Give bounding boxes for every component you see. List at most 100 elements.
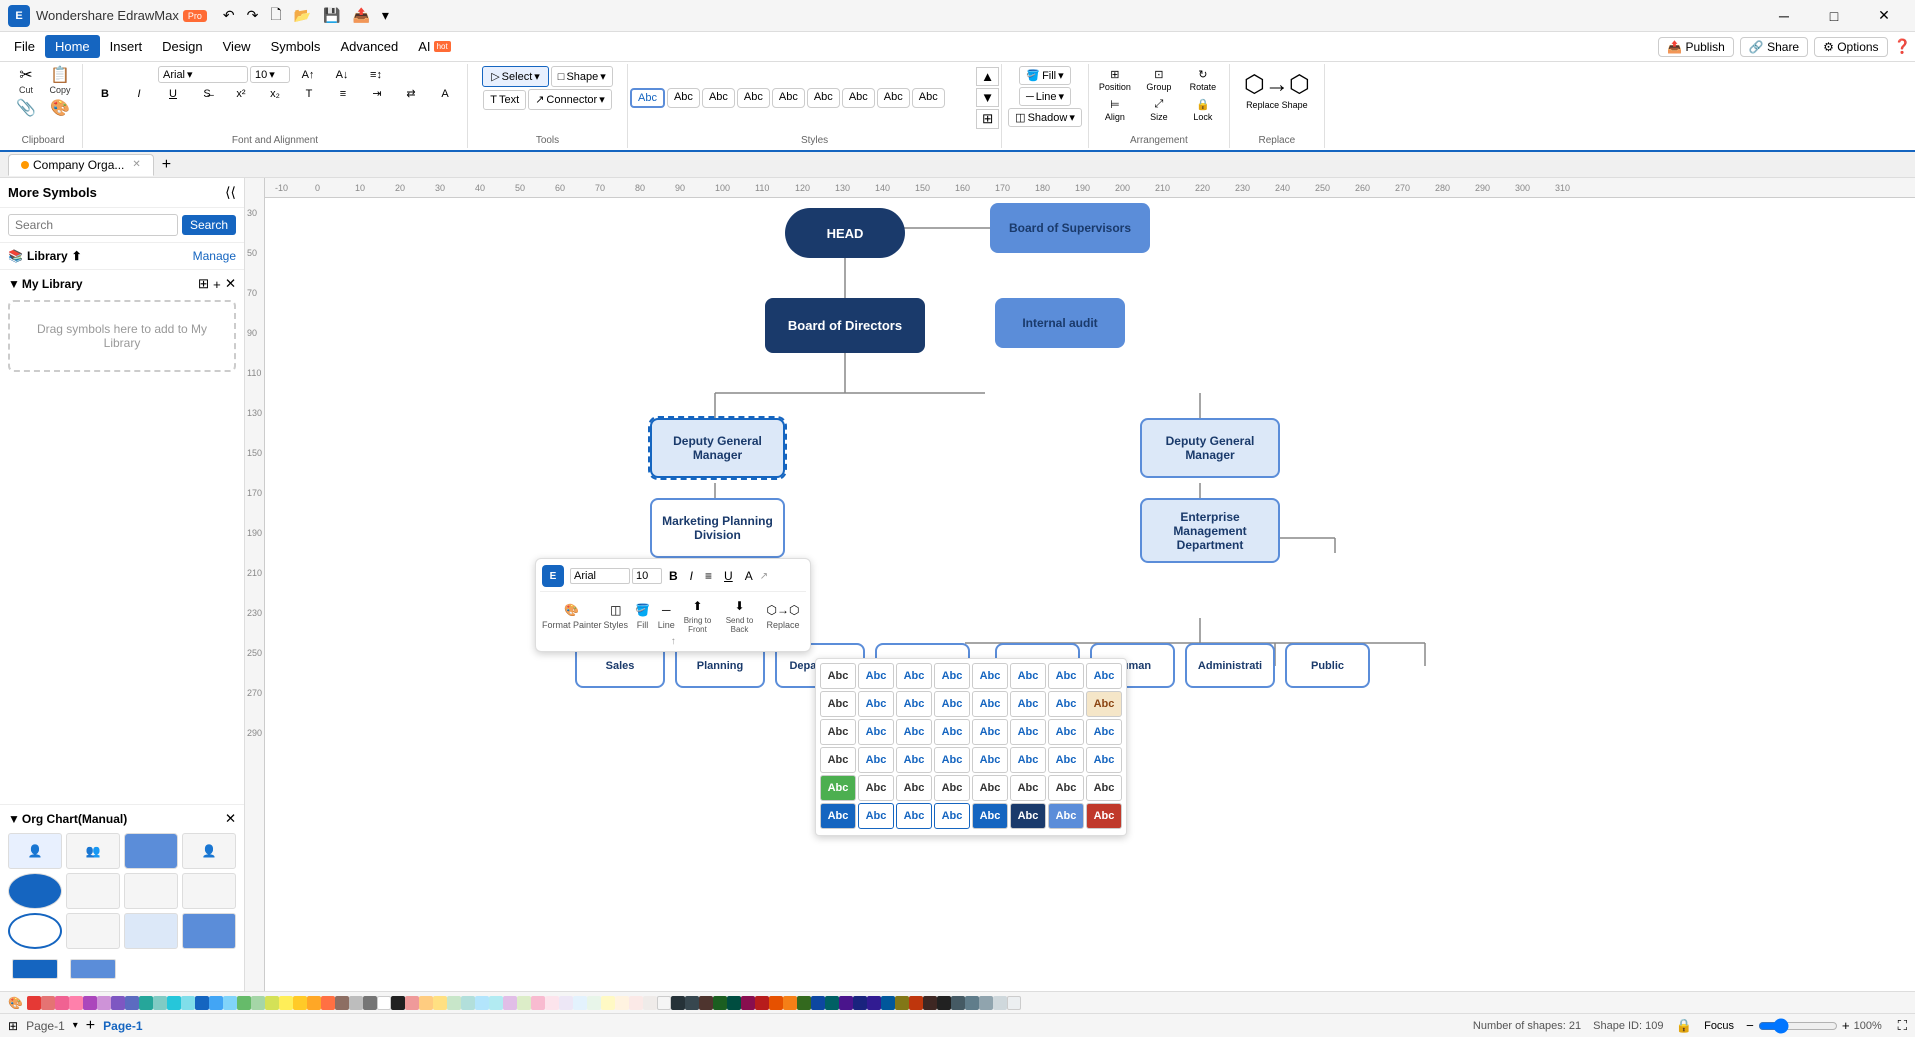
my-library-add-button[interactable]: + bbox=[213, 276, 221, 292]
sp-abc-44[interactable]: Abc bbox=[934, 803, 970, 829]
tab-company-orga[interactable]: Company Orga... ✕ bbox=[8, 154, 154, 176]
color-extra-27[interactable] bbox=[769, 996, 783, 1010]
color-extra-38[interactable] bbox=[923, 996, 937, 1010]
float-text-color-button[interactable]: A bbox=[740, 566, 758, 586]
connector-button[interactable]: ↗Connector▾ bbox=[528, 89, 612, 110]
bold-button[interactable]: B bbox=[89, 86, 121, 102]
rotate-button[interactable]: ↻Rotate bbox=[1183, 66, 1223, 94]
sp-abc-7[interactable]: Abc bbox=[1048, 663, 1084, 689]
color-brown[interactable] bbox=[335, 996, 349, 1010]
color-orange[interactable] bbox=[307, 996, 321, 1010]
style-abc-7[interactable]: Abc bbox=[842, 88, 875, 108]
sp-abc-17[interactable]: Abc bbox=[820, 719, 856, 745]
sp-abc-33[interactable]: Abc bbox=[820, 775, 856, 801]
sp-abc-28[interactable]: Abc bbox=[934, 747, 970, 773]
export-button[interactable]: 📤 bbox=[348, 5, 373, 26]
float-size-selector[interactable] bbox=[632, 568, 662, 584]
style-abc-6[interactable]: Abc bbox=[807, 88, 840, 108]
menu-symbols[interactable]: Symbols bbox=[261, 35, 331, 58]
color-gray[interactable] bbox=[349, 996, 363, 1010]
color-extra-21[interactable] bbox=[685, 996, 699, 1010]
menu-ai[interactable]: AI hot bbox=[408, 35, 460, 58]
symbol-circle-blue[interactable] bbox=[8, 873, 62, 909]
float-styles-button[interactable]: ◫ bbox=[605, 600, 626, 620]
color-extra-8[interactable] bbox=[503, 996, 517, 1010]
color-white[interactable] bbox=[377, 996, 391, 1010]
sp-abc-37[interactable]: Abc bbox=[972, 775, 1008, 801]
styles-more[interactable]: ⊞ bbox=[976, 109, 999, 129]
text-dir-button[interactable]: ⇄ bbox=[395, 85, 427, 102]
color-extra-15[interactable] bbox=[601, 996, 615, 1010]
tab-close-icon[interactable]: ✕ bbox=[132, 159, 140, 170]
color-extra-28[interactable] bbox=[783, 996, 797, 1010]
float-line-button[interactable]: ─ bbox=[657, 600, 676, 620]
list-button[interactable]: ≡ bbox=[327, 86, 359, 102]
sp-abc-38[interactable]: Abc bbox=[1010, 775, 1046, 801]
font-size-selector[interactable]: 10▾ bbox=[250, 66, 290, 83]
color-picker-icon[interactable]: 🎨 bbox=[8, 996, 23, 1010]
color-extra-1[interactable] bbox=[405, 996, 419, 1010]
float-align-button[interactable]: ≡ bbox=[700, 566, 717, 586]
sp-abc-23[interactable]: Abc bbox=[1048, 719, 1084, 745]
sp-abc-29[interactable]: Abc bbox=[972, 747, 1008, 773]
manage-button[interactable]: Manage bbox=[193, 249, 236, 263]
sp-abc-12[interactable]: Abc bbox=[934, 691, 970, 717]
head-box[interactable]: HEAD bbox=[785, 208, 905, 258]
color-black[interactable] bbox=[391, 996, 405, 1010]
font-selector[interactable]: Arial▾ bbox=[158, 66, 248, 83]
sp-abc-19[interactable]: Abc bbox=[896, 719, 932, 745]
color-extra-39[interactable] bbox=[937, 996, 951, 1010]
strikethrough-button[interactable]: S̶ bbox=[191, 86, 223, 102]
more-button[interactable]: ▾ bbox=[378, 5, 393, 26]
sp-abc-32[interactable]: Abc bbox=[1086, 747, 1122, 773]
sp-abc-31[interactable]: Abc bbox=[1048, 747, 1084, 773]
administration-box[interactable]: Administrati bbox=[1185, 643, 1275, 688]
sp-abc-10[interactable]: Abc bbox=[858, 691, 894, 717]
color-purple[interactable] bbox=[83, 996, 97, 1010]
color-extra-34[interactable] bbox=[867, 996, 881, 1010]
style-abc-3[interactable]: Abc bbox=[702, 88, 735, 108]
sp-abc-39[interactable]: Abc bbox=[1048, 775, 1084, 801]
share-button[interactable]: 🔗 Share bbox=[1740, 37, 1808, 57]
zoom-in-button[interactable]: + bbox=[1842, 1018, 1850, 1033]
sp-abc-41[interactable]: Abc bbox=[820, 803, 856, 829]
search-button[interactable]: Search bbox=[182, 215, 236, 235]
styles-scroll-down[interactable]: ▼ bbox=[976, 88, 999, 107]
sp-abc-24[interactable]: Abc bbox=[1086, 719, 1122, 745]
enterprise-box[interactable]: Enterprise Management Department bbox=[1140, 498, 1280, 563]
select-button[interactable]: ▷Select▾ bbox=[482, 66, 549, 87]
color-extra-41[interactable] bbox=[965, 996, 979, 1010]
style-abc-8[interactable]: Abc bbox=[877, 88, 910, 108]
color-extra-14[interactable] bbox=[587, 996, 601, 1010]
sp-abc-30[interactable]: Abc bbox=[1010, 747, 1046, 773]
font-shrink-button[interactable]: A↓ bbox=[326, 67, 358, 83]
symbol-persons-2[interactable]: 👤 bbox=[182, 833, 236, 869]
float-bring-front-button[interactable]: ⬆ bbox=[687, 596, 707, 616]
symbol-rect-blue[interactable] bbox=[182, 913, 236, 949]
float-send-back-button[interactable]: ⬇ bbox=[729, 596, 749, 616]
color-extra-13[interactable] bbox=[573, 996, 587, 1010]
save-button[interactable]: 💾 bbox=[319, 5, 344, 26]
color-teal2[interactable] bbox=[153, 996, 167, 1010]
publish-button[interactable]: 📤 Publish bbox=[1658, 37, 1734, 57]
italic-button[interactable]: I bbox=[123, 86, 155, 102]
color-extra-11[interactable] bbox=[545, 996, 559, 1010]
cut-button[interactable]: ✂Cut bbox=[10, 66, 42, 97]
position-button[interactable]: ⊞Position bbox=[1095, 66, 1135, 94]
sp-abc-26[interactable]: Abc bbox=[858, 747, 894, 773]
copy-button[interactable]: 📋Copy bbox=[44, 66, 76, 97]
color-blue2[interactable] bbox=[209, 996, 223, 1010]
options-button[interactable]: ⚙ Options bbox=[1814, 37, 1887, 57]
color-extra-24[interactable] bbox=[727, 996, 741, 1010]
style-abc-4[interactable]: Abc bbox=[737, 88, 770, 108]
minimize-button[interactable]: ─ bbox=[1761, 2, 1807, 30]
sp-abc-46[interactable]: Abc bbox=[1010, 803, 1046, 829]
float-italic-button[interactable]: I bbox=[685, 566, 698, 586]
subscript-button[interactable]: x₂ bbox=[259, 86, 291, 102]
color-red[interactable] bbox=[27, 996, 41, 1010]
color-extra-2[interactable] bbox=[419, 996, 433, 1010]
add-page-button[interactable]: + bbox=[86, 1017, 95, 1035]
color-pink2[interactable] bbox=[69, 996, 83, 1010]
float-collapse-handle[interactable]: ↑ bbox=[540, 636, 806, 647]
align-button[interactable]: ⊨Align bbox=[1095, 96, 1135, 124]
